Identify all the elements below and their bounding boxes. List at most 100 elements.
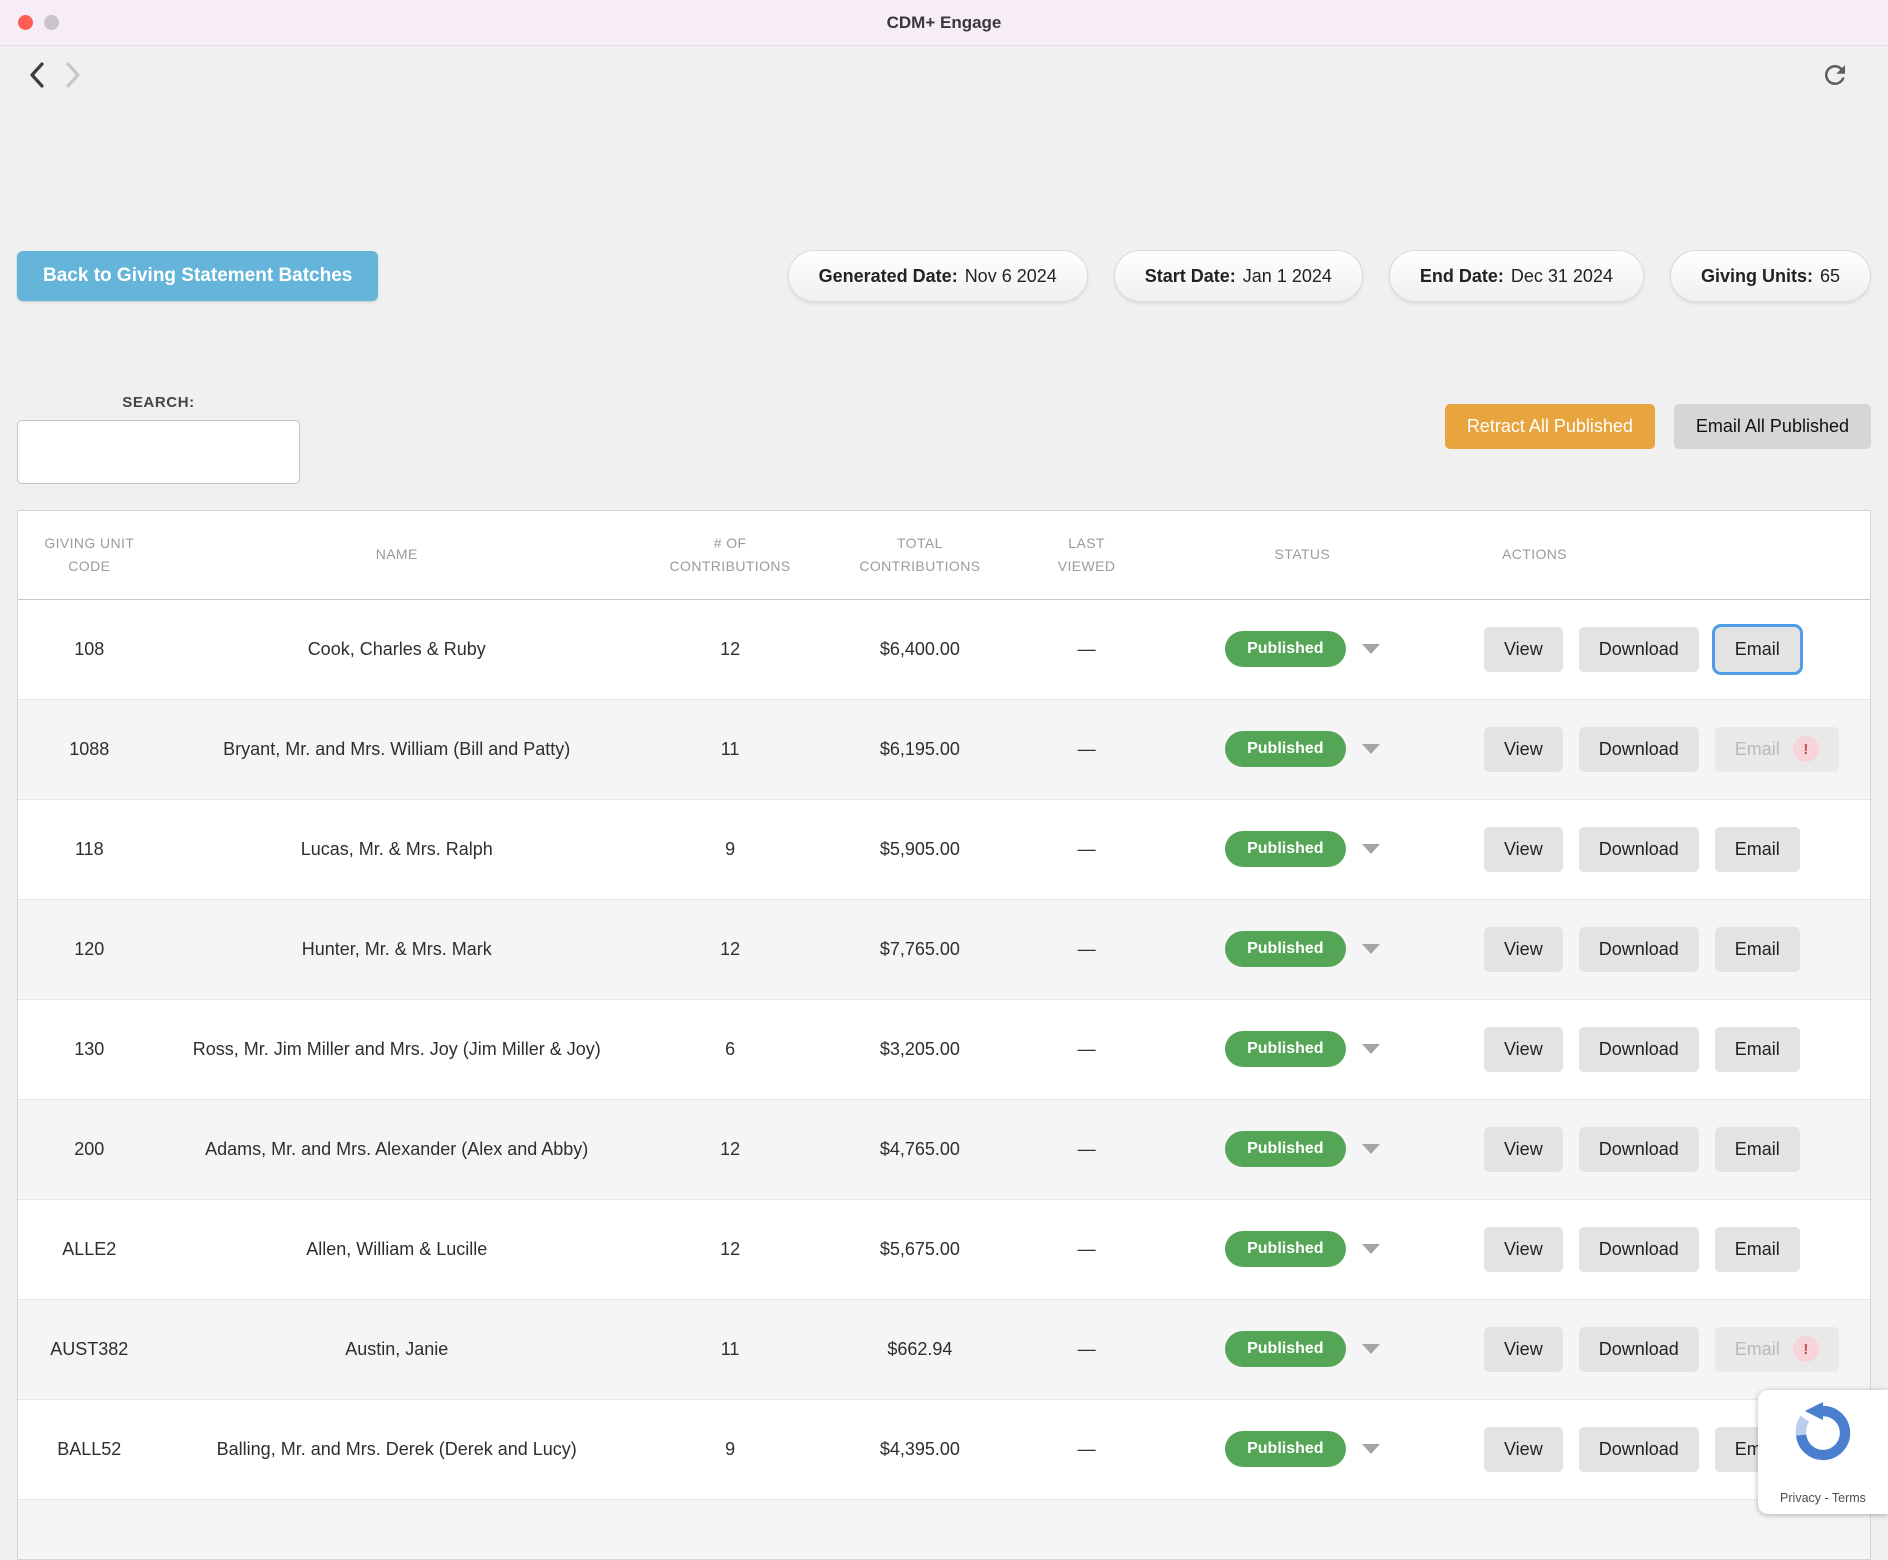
status-badge[interactable]: Published (1225, 931, 1345, 967)
chevron-down-icon[interactable] (1362, 1044, 1380, 1054)
browser-navbar (0, 46, 1888, 104)
actions-cell: View Download Email ! (1444, 999, 1870, 1099)
download-button[interactable]: Download (1579, 827, 1699, 872)
giving-units-label: Giving Units: (1701, 266, 1813, 287)
chevron-down-icon[interactable] (1362, 1344, 1380, 1354)
actions-cell: View Download Email ! (1444, 1099, 1870, 1199)
back-arrow-icon[interactable] (28, 61, 45, 94)
download-button[interactable]: Download (1579, 927, 1699, 972)
email-button[interactable]: Email ! (1715, 1227, 1800, 1272)
status-badge[interactable]: Published (1225, 1231, 1345, 1267)
total-contributions-cell: $4,765.00 (827, 1099, 1012, 1199)
table-row: ALLE2 Allen, William & Lucille 12 $5,675… (18, 1199, 1870, 1299)
name-cell: Hunter, Mr. & Mrs. Mark (161, 899, 633, 999)
email-button[interactable]: Email ! (1715, 1027, 1800, 1072)
chevron-down-icon[interactable] (1362, 1244, 1380, 1254)
view-button[interactable]: View (1484, 1427, 1563, 1472)
giving-unit-code-cell: 130 (18, 999, 161, 1099)
contributions-cell: 11 (633, 1299, 827, 1399)
table-row: BALL52 Balling, Mr. and Mrs. Derek (Dere… (18, 1399, 1870, 1499)
view-button[interactable]: View (1484, 927, 1563, 972)
email-button-label: Email (1735, 839, 1780, 860)
name-cell: Balling, Mr. and Mrs. Derek (Derek and L… (161, 1399, 633, 1499)
contributions-cell: 12 (633, 1199, 827, 1299)
header-total-contributions: TOTAL CONTRIBUTIONS (827, 511, 1012, 599)
status-badge[interactable]: Published (1225, 1331, 1345, 1367)
giving-unit-code-cell: 120 (18, 899, 161, 999)
header-num-contributions: # OF CONTRIBUTIONS (633, 511, 827, 599)
view-button[interactable]: View (1484, 1127, 1563, 1172)
download-button[interactable]: Download (1579, 1027, 1699, 1072)
last-viewed-cell: — (1013, 1299, 1161, 1399)
status-cell: Published (1161, 699, 1444, 799)
email-button[interactable]: Email ! (1715, 627, 1800, 672)
email-button-label: Email (1735, 739, 1780, 760)
minimize-window-button[interactable] (44, 15, 59, 30)
download-button[interactable]: Download (1579, 1427, 1699, 1472)
contributions-cell: 12 (633, 899, 827, 999)
download-button[interactable]: Download (1579, 1327, 1699, 1372)
status-badge[interactable]: Published (1225, 831, 1345, 867)
status-badge[interactable]: Published (1225, 731, 1345, 767)
view-button[interactable]: View (1484, 1027, 1563, 1072)
actions-cell: View Download Email ! (1444, 799, 1870, 899)
total-contributions-cell: $3,205.00 (827, 999, 1012, 1099)
view-button[interactable]: View (1484, 827, 1563, 872)
window-controls (18, 15, 59, 30)
forward-arrow-icon[interactable] (65, 61, 82, 94)
back-to-batches-button[interactable]: Back to Giving Statement Batches (17, 251, 378, 301)
total-contributions-cell: $5,675.00 (827, 1199, 1012, 1299)
status-badge[interactable]: Published (1225, 1431, 1345, 1467)
close-window-button[interactable] (18, 15, 33, 30)
chevron-down-icon[interactable] (1362, 1444, 1380, 1454)
giving-unit-code-cell: ALLE2 (18, 1199, 161, 1299)
chevron-down-icon[interactable] (1362, 744, 1380, 754)
email-button[interactable]: Email ! (1715, 927, 1800, 972)
chevron-down-icon[interactable] (1362, 944, 1380, 954)
recaptcha-privacy-terms-link[interactable]: Privacy - Terms (1780, 1491, 1866, 1505)
view-button[interactable]: View (1484, 1327, 1563, 1372)
status-badge[interactable]: Published (1225, 631, 1345, 667)
contributions-cell: 12 (633, 1099, 827, 1199)
retract-all-published-button[interactable]: Retract All Published (1445, 404, 1655, 449)
view-button[interactable]: View (1484, 627, 1563, 672)
table-header-row: GIVING UNIT CODE NAME # OF CONTRIBUTIONS… (18, 511, 1870, 599)
header-actions: ACTIONS (1444, 511, 1870, 599)
view-button[interactable]: View (1484, 1227, 1563, 1272)
view-button[interactable]: View (1484, 727, 1563, 772)
download-button[interactable]: Download (1579, 1127, 1699, 1172)
search-actions-row: SEARCH: Retract All Published Email All … (0, 394, 1888, 484)
email-warning-icon: ! (1793, 736, 1819, 762)
email-button[interactable]: Email ! (1715, 1127, 1800, 1172)
refresh-icon[interactable] (1820, 60, 1850, 95)
table-row: 120 Hunter, Mr. & Mrs. Mark 12 $7,765.00… (18, 899, 1870, 999)
header-name: NAME (161, 511, 633, 599)
email-button[interactable]: Email ! (1715, 827, 1800, 872)
email-button[interactable]: Email ! (1715, 1327, 1839, 1372)
download-button[interactable]: Download (1579, 727, 1699, 772)
contributions-cell: 6 (633, 999, 827, 1099)
table-row: 1088 Bryant, Mr. and Mrs. William (Bill … (18, 699, 1870, 799)
status-badge[interactable]: Published (1225, 1031, 1345, 1067)
chevron-down-icon[interactable] (1362, 844, 1380, 854)
giving-unit-code-cell: AUST382 (18, 1299, 161, 1399)
last-viewed-cell: — (1013, 699, 1161, 799)
giving-unit-code-cell: 200 (18, 1099, 161, 1199)
table-row: 118 Lucas, Mr. & Mrs. Ralph 9 $5,905.00 … (18, 799, 1870, 899)
table-body: 108 Cook, Charles & Ruby 12 $6,400.00 — … (18, 599, 1870, 1559)
recaptcha-badge: Privacy - Terms (1758, 1390, 1888, 1514)
status-cell: Published (1161, 1399, 1444, 1499)
download-button[interactable]: Download (1579, 627, 1699, 672)
end-date-pill: End Date: Dec 31 2024 (1389, 250, 1644, 302)
actions-cell: View Download Email ! (1444, 699, 1870, 799)
download-button[interactable]: Download (1579, 1227, 1699, 1272)
chevron-down-icon[interactable] (1362, 1144, 1380, 1154)
search-input[interactable] (17, 420, 300, 484)
window-title: CDM+ Engage (887, 13, 1002, 33)
email-button[interactable]: Email ! (1715, 727, 1839, 772)
chevron-down-icon[interactable] (1362, 644, 1380, 654)
email-all-published-button[interactable]: Email All Published (1674, 404, 1871, 449)
status-badge[interactable]: Published (1225, 1131, 1345, 1167)
window-titlebar: CDM+ Engage (0, 0, 1888, 46)
start-date-value: Jan 1 2024 (1243, 266, 1332, 287)
